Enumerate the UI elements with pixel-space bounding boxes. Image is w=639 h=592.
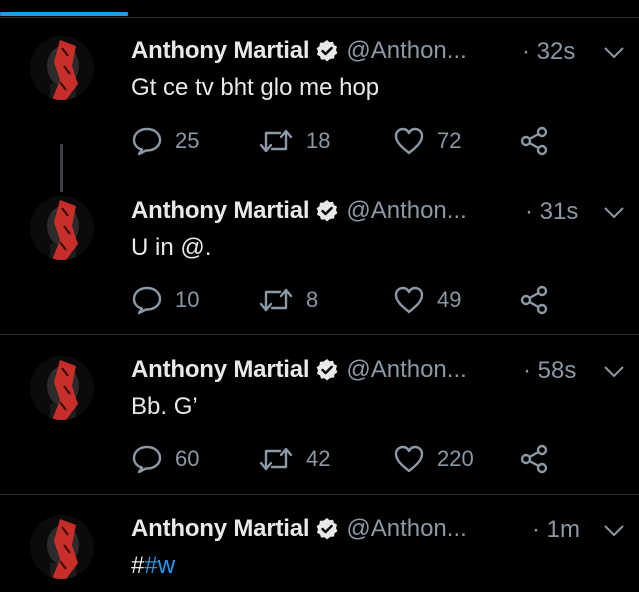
verified-badge-icon bbox=[316, 518, 338, 540]
timestamp[interactable]: · 1m bbox=[532, 516, 580, 544]
text-prefix: # bbox=[131, 552, 145, 579]
handle[interactable]: @Anthon... bbox=[346, 515, 466, 543]
display-name[interactable]: Anthony Martial bbox=[131, 515, 310, 543]
tweet-text: ##w bbox=[131, 552, 175, 580]
avatar[interactable] bbox=[30, 515, 94, 579]
tweet-header: Anthony Martial @Anthon... bbox=[131, 514, 467, 544]
hashtag-link[interactable]: #w bbox=[144, 552, 175, 579]
tweet-4[interactable]: Anthony Martial @Anthon... · 1m ##w bbox=[0, 0, 639, 592]
chevron-down-icon[interactable] bbox=[603, 524, 625, 538]
